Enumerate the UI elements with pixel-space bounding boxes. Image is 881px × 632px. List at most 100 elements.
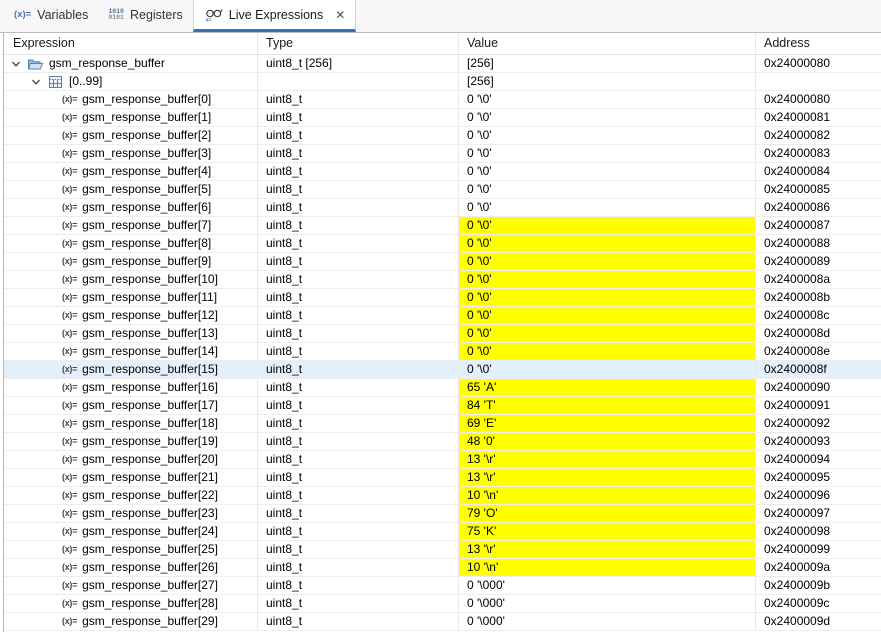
table-row[interactable]: (x)= gsm_response_buffer[24] uint8_t 75 'K'…: [4, 523, 881, 541]
table-row[interactable]: (x)= gsm_response_buffer[29] uint8_t 0 '\00…: [4, 613, 881, 631]
column-header-expression[interactable]: Expression: [4, 33, 258, 54]
table-row[interactable]: (x)= gsm_response_buffer[1] uint8_t 0 '\0' 0…: [4, 109, 881, 127]
table-row[interactable]: (x)= gsm_response_buffer[28] uint8_t 0 '\00…: [4, 595, 881, 613]
expression-icon: (x)=: [62, 580, 78, 590]
expression-icon: (x)=: [62, 94, 78, 104]
table-row[interactable]: (x)= gsm_response_buffer[17] uint8_t 84 'T'…: [4, 397, 881, 415]
expression-icon: (x)=: [62, 562, 78, 572]
value-cell: 0 '\0': [459, 307, 756, 324]
table-row[interactable]: (x)= gsm_response_buffer[22] uint8_t 10 '\n…: [4, 487, 881, 505]
expression-cell: (x)= gsm_response_buffer[4]: [4, 163, 258, 180]
expression-cell: (x)= gsm_response_buffer[18]: [4, 415, 258, 432]
table-row[interactable]: (x)= gsm_response_buffer[2] uint8_t 0 '\0' 0…: [4, 127, 881, 145]
table-row[interactable]: [0..99] [256]: [4, 73, 881, 91]
expression-icon: (x)=: [62, 382, 78, 392]
table-row[interactable]: (x)= gsm_response_buffer[25] uint8_t 13 '\r…: [4, 541, 881, 559]
type-cell: uint8_t: [258, 559, 459, 576]
type-cell: uint8_t: [258, 145, 459, 162]
address-cell: 0x2400008c: [764, 308, 830, 322]
tab-variables[interactable]: (x)= Variables: [4, 0, 98, 32]
table-row[interactable]: (x)= gsm_response_buffer[4] uint8_t 0 '\0' 0…: [4, 163, 881, 181]
tab-live-expressions[interactable]: x= Live Expressions ✕: [192, 0, 357, 32]
expression-label: gsm_response_buffer[19]: [82, 434, 218, 448]
table-row[interactable]: (x)= gsm_response_buffer[18] uint8_t 69 'E'…: [4, 415, 881, 433]
table-row[interactable]: (x)= gsm_response_buffer[6] uint8_t 0 '\0' 0…: [4, 199, 881, 217]
table-row[interactable]: (x)= gsm_response_buffer[26] uint8_t 10 '\n…: [4, 559, 881, 577]
column-header-address[interactable]: Address: [756, 33, 881, 54]
expression-icon: (x)=: [62, 130, 78, 140]
table-row[interactable]: (x)= gsm_response_buffer[3] uint8_t 0 '\0' 0…: [4, 145, 881, 163]
expression-cell: (x)= gsm_response_buffer[25]: [4, 541, 258, 558]
address-cell: 0x2400008a: [764, 272, 831, 286]
address-cell: 0x24000089: [764, 254, 831, 268]
expression-icon: (x)=: [62, 526, 78, 536]
table-row[interactable]: (x)= gsm_response_buffer[11] uint8_t 0 '\0'…: [4, 289, 881, 307]
chevron-down-icon[interactable]: [30, 76, 42, 88]
table-row[interactable]: (x)= gsm_response_buffer[8] uint8_t 0 '\0' 0…: [4, 235, 881, 253]
expression-icon: (x)=: [14, 9, 32, 20]
column-header-type[interactable]: Type: [258, 33, 459, 54]
expression-label: gsm_response_buffer[20]: [82, 452, 218, 466]
column-header-value[interactable]: Value: [459, 33, 756, 54]
table-row[interactable]: (x)= gsm_response_buffer[27] uint8_t 0 '\00…: [4, 577, 881, 595]
table-row[interactable]: (x)= gsm_response_buffer[19] uint8_t 48 '0'…: [4, 433, 881, 451]
table-row[interactable]: (x)= gsm_response_buffer[13] uint8_t 0 '\0'…: [4, 325, 881, 343]
chevron-down-icon[interactable]: [10, 58, 22, 70]
expression-icon: (x)=: [62, 166, 78, 176]
type-cell: uint8_t: [258, 235, 459, 252]
svg-text:x=: x=: [205, 17, 211, 22]
address-cell: 0x24000088: [764, 236, 831, 250]
expression-label: gsm_response_buffer[21]: [82, 470, 218, 484]
expression-cell: (x)= gsm_response_buffer[19]: [4, 433, 258, 450]
table-row[interactable]: (x)= gsm_response_buffer[9] uint8_t 0 '\0' 0…: [4, 253, 881, 271]
table-row[interactable]: (x)= gsm_response_buffer[23] uint8_t 79 'O'…: [4, 505, 881, 523]
address-cell: 0x2400009c: [764, 596, 830, 610]
value-cell: 0 '\0': [459, 271, 756, 288]
expression-icon: (x)=: [62, 274, 78, 284]
type-cell: uint8_t: [258, 361, 459, 378]
value-cell: 0 '\000': [459, 577, 756, 594]
table-row[interactable]: (x)= gsm_response_buffer[12] uint8_t 0 '\0'…: [4, 307, 881, 325]
expression-cell: (x)= gsm_response_buffer[28]: [4, 595, 258, 612]
expression-cell: (x)= gsm_response_buffer[21]: [4, 469, 258, 486]
tab-label: Live Expressions: [228, 7, 324, 22]
table-row[interactable]: (x)= gsm_response_buffer[10] uint8_t 0 '\0'…: [4, 271, 881, 289]
expression-icon: (x)=: [62, 256, 78, 266]
value-cell: 0 '\0': [459, 181, 756, 198]
value-cell: 0 '\0': [459, 217, 756, 234]
type-cell: uint8_t: [258, 91, 459, 108]
table-row[interactable]: (x)= gsm_response_buffer[20] uint8_t 13 '\r…: [4, 451, 881, 469]
value-cell: 0 '\0': [459, 235, 756, 252]
expression-icon: (x)=: [62, 616, 78, 626]
expression-icon: (x)=: [62, 202, 78, 212]
address-cell: 0x24000096: [764, 488, 831, 502]
table-row[interactable]: (x)= gsm_response_buffer[15] uint8_t 0 '\0'…: [4, 361, 881, 379]
type-cell: uint8_t: [258, 289, 459, 306]
value-cell: 13 '\r': [459, 541, 756, 558]
value-cell: 69 'E': [459, 415, 756, 432]
table-row[interactable]: (x)= gsm_response_buffer[5] uint8_t 0 '\0' 0…: [4, 181, 881, 199]
expression-label: gsm_response_buffer[13]: [82, 326, 218, 340]
table-row[interactable]: gsm_response_buffer uint8_t [256] [256] 0x2…: [4, 55, 881, 73]
close-icon[interactable]: ✕: [335, 9, 345, 21]
expression-label: gsm_response_buffer[1]: [82, 110, 212, 124]
table-row[interactable]: (x)= gsm_response_buffer[0] uint8_t 0 '\0' 0…: [4, 91, 881, 109]
type-cell: [258, 73, 459, 90]
expression-label: gsm_response_buffer[9]: [82, 254, 212, 268]
value-cell: 13 '\r': [459, 469, 756, 486]
expression-cell: (x)= gsm_response_buffer[26]: [4, 559, 258, 576]
table-row[interactable]: (x)= gsm_response_buffer[7] uint8_t 0 '\0' 0…: [4, 217, 881, 235]
expression-label: gsm_response_buffer[24]: [82, 524, 218, 538]
value-cell: 13 '\r': [459, 451, 756, 468]
expression-cell: (x)= gsm_response_buffer[10]: [4, 271, 258, 288]
tab-registers[interactable]: 1010 0101 Registers: [98, 0, 192, 32]
expression-cell: (x)= gsm_response_buffer[12]: [4, 307, 258, 324]
table-row[interactable]: (x)= gsm_response_buffer[16] uint8_t 65 'A'…: [4, 379, 881, 397]
table-row[interactable]: (x)= gsm_response_buffer[14] uint8_t 0 '\0'…: [4, 343, 881, 361]
expression-label: gsm_response_buffer[27]: [82, 578, 218, 592]
type-cell: uint8_t: [258, 181, 459, 198]
value-cell: 0 '\0': [459, 163, 756, 180]
table-row[interactable]: (x)= gsm_response_buffer[21] uint8_t 13 '\r…: [4, 469, 881, 487]
expression-cell: (x)= gsm_response_buffer[20]: [4, 451, 258, 468]
expression-label: gsm_response_buffer[16]: [82, 380, 218, 394]
